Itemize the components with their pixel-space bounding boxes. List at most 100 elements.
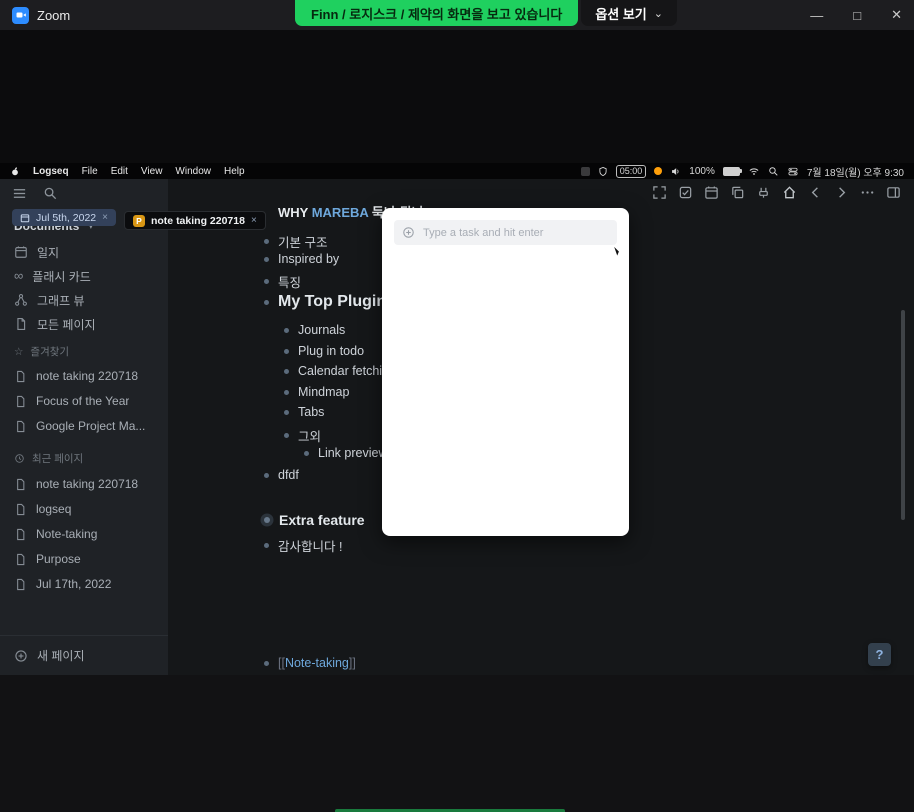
bullet-text: Journals — [298, 323, 346, 337]
help-button[interactable]: ? — [868, 643, 891, 666]
maximize-button[interactable]: □ — [853, 8, 861, 23]
screen-share-banner: Finn / 로지스크 / 제약의 화면을 보고 있습니다 옵션 보기 ⌄ — [295, 0, 677, 26]
note-taking-page-link[interactable]: Note-taking — [285, 656, 349, 670]
screen-record-timer[interactable]: 05:00 — [615, 164, 647, 178]
forward-arrow-icon[interactable] — [834, 185, 849, 200]
recent-page-item[interactable]: note taking 220718 — [0, 472, 168, 496]
bullet-item: Link preview — [304, 446, 387, 460]
recent-page-label: Note-taking — [36, 527, 98, 541]
tab-p-badge: P — [132, 214, 145, 227]
menu-help[interactable]: Help — [224, 166, 245, 177]
tasks-check-icon[interactable] — [678, 185, 693, 200]
wifi-icon[interactable] — [748, 166, 760, 177]
hamburger-menu-icon[interactable] — [12, 186, 27, 201]
page-icon — [14, 553, 27, 566]
status-app-icon[interactable] — [580, 166, 590, 176]
bullet-item: Journals — [284, 323, 345, 337]
bullet-dot[interactable] — [284, 433, 289, 438]
recent-page-item[interactable]: Purpose — [0, 547, 168, 571]
sidebar-item-label: 모든 페이지 — [37, 317, 96, 332]
bullet-text: Inspired by — [278, 252, 340, 266]
plus-circle-icon — [402, 226, 415, 239]
right-sidebar-toggle-icon[interactable] — [886, 185, 901, 200]
search-icon[interactable] — [43, 186, 58, 201]
bracket-open: [[ — [278, 656, 285, 670]
desktop-background — [0, 675, 914, 812]
shield-icon[interactable] — [598, 166, 608, 177]
menu-view[interactable]: View — [141, 166, 163, 177]
menu-edit[interactable]: Edit — [111, 166, 128, 177]
bullet-item: dfdf — [264, 468, 299, 482]
view-options-button[interactable]: 옵션 보기 ⌄ — [581, 0, 677, 26]
bullet-dot[interactable] — [284, 348, 289, 354]
volume-icon[interactable] — [670, 166, 681, 177]
home-icon[interactable] — [782, 185, 797, 200]
apple-menu-icon[interactable] — [10, 166, 20, 177]
favorites-header-label: 즐겨찾기 — [30, 346, 70, 358]
bullet-dot[interactable] — [264, 543, 269, 548]
task-input[interactable] — [421, 225, 609, 240]
sidebar-item-label: 일지 — [37, 245, 60, 260]
vertical-scrollbar[interactable] — [901, 310, 905, 520]
bullet-dot[interactable] — [264, 239, 269, 244]
tab-close-icon[interactable]: × — [102, 212, 108, 223]
sidebar-item-all-pages[interactable]: 모든 페이지 — [0, 312, 168, 336]
control-center-icon[interactable] — [787, 166, 799, 177]
favorite-page-item[interactable]: Google Project Ma... — [0, 414, 168, 438]
favorite-page-item[interactable]: Focus of the Year — [0, 389, 168, 413]
bullet-text: dfdf — [278, 468, 299, 482]
pages-icon — [14, 317, 28, 331]
window-title: Zoom — [37, 7, 71, 23]
tab-close-icon[interactable]: × — [251, 215, 257, 226]
copy-icon[interactable] — [730, 185, 745, 200]
sidebar-item-flashcards[interactable]: ∞ 플래시 카드 — [0, 264, 168, 288]
tab-jul-5th-2022[interactable]: Jul 5th, 2022 × — [12, 209, 116, 226]
spotlight-search-icon[interactable] — [768, 166, 779, 177]
plus-circle-icon — [14, 649, 28, 663]
new-page-button[interactable]: 새 페이지 — [0, 635, 168, 675]
bullet-dot[interactable] — [264, 472, 269, 478]
sidebar-item-journals[interactable]: 일지 — [0, 240, 168, 264]
bullet-item: Calendar fetching — [284, 364, 396, 378]
heading-page-link[interactable]: MAREBA — [312, 205, 369, 220]
bullet-dot[interactable] — [284, 327, 289, 333]
close-button[interactable]: ✕ — [891, 7, 902, 23]
menu-file[interactable]: File — [82, 166, 98, 177]
sidebar-item-graph-view[interactable]: 그래프 뷰 — [0, 288, 168, 312]
star-icon: ☆ — [14, 345, 24, 358]
bullet-dot[interactable] — [264, 660, 269, 666]
bullet-dot[interactable] — [264, 279, 269, 284]
recent-page-label: Jul 17th, 2022 — [36, 577, 112, 591]
calendar-icon[interactable] — [704, 185, 719, 200]
tab-calendar-icon — [20, 213, 30, 223]
menu-window[interactable]: Window — [175, 166, 211, 177]
recent-page-item[interactable]: Jul 17th, 2022 — [0, 572, 168, 596]
flashcards-icon: ∞ — [14, 268, 24, 283]
tab-note-taking-220718[interactable]: P note taking 220718 × — [123, 211, 266, 230]
recent-page-item[interactable]: logseq — [0, 497, 168, 521]
view-options-label: 옵션 보기 — [595, 6, 647, 22]
more-options-icon[interactable] — [860, 185, 875, 200]
favorite-page-item[interactable]: note taking 220718 — [0, 364, 168, 388]
journal-calendar-icon — [14, 245, 28, 259]
bullet-dot[interactable] — [264, 256, 269, 262]
bullet-dot[interactable] — [284, 409, 289, 415]
minimize-button[interactable]: — — [810, 8, 823, 23]
back-arrow-icon[interactable] — [808, 185, 823, 200]
bullet-dot[interactable] — [284, 389, 289, 395]
collapsed-bullet-dot[interactable] — [264, 517, 270, 523]
favorite-page-label: Google Project Ma... — [36, 419, 146, 433]
recent-pages-header-label: 최근 페이지 — [32, 453, 84, 465]
bullet-item: 그외 — [284, 426, 321, 445]
recent-page-item[interactable]: Note-taking — [0, 522, 168, 546]
bullet-dot[interactable] — [264, 299, 269, 305]
plugin-icon[interactable] — [756, 185, 771, 200]
recent-page-label: Purpose — [36, 552, 81, 566]
battery-icon — [722, 166, 742, 176]
bullet-dot[interactable] — [304, 450, 309, 456]
bullet-dot[interactable] — [284, 368, 289, 374]
menu-app-name[interactable]: Logseq — [33, 166, 69, 177]
fullscreen-icon[interactable] — [652, 185, 667, 200]
bullet-item: Mindmap — [284, 385, 349, 399]
menubar-datetime[interactable]: 7월 18일(월) 오후 9:30 — [807, 164, 904, 179]
